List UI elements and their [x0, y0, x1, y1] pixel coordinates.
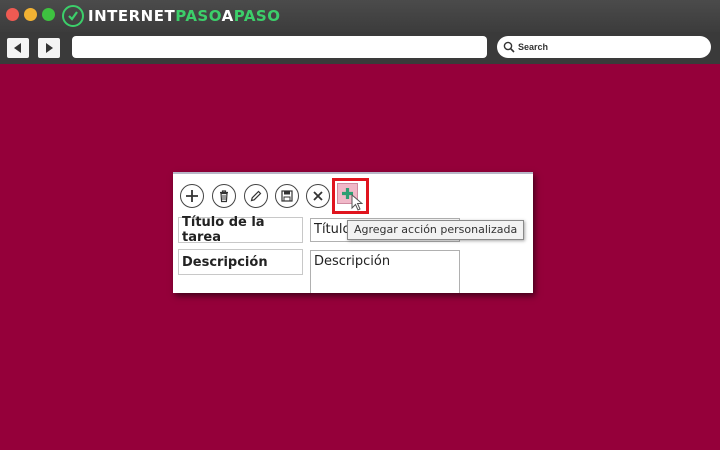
site-logo: INTERNETPASOAPASO [62, 3, 280, 29]
back-button[interactable] [7, 38, 29, 58]
description-label: Descripción [178, 249, 303, 275]
forward-arrow-icon [46, 43, 53, 53]
add-icon [186, 190, 198, 202]
forward-button[interactable] [38, 38, 60, 58]
logo-text-internet: INTERNET [88, 7, 176, 25]
logo-icon [62, 5, 84, 27]
logo-text-paso-2: PASO [233, 7, 281, 25]
search-input[interactable]: Search [497, 36, 711, 58]
delete-button[interactable] [212, 184, 236, 208]
pencil-icon [250, 190, 262, 202]
cancel-button[interactable] [306, 184, 330, 208]
mouse-cursor-icon [351, 194, 363, 211]
description-textarea[interactable]: Descripción [310, 250, 460, 293]
task-title-label: Título de la tarea [178, 215, 303, 245]
add-button[interactable] [180, 184, 204, 208]
logo-text-a: A [221, 7, 234, 25]
search-icon [503, 41, 515, 53]
panel-top-border [173, 172, 533, 174]
address-bar[interactable] [72, 36, 487, 58]
browser-titlebar: INTERNETPASOAPASO [0, 0, 720, 32]
custom-action-tooltip: Agregar acción personalizada [347, 220, 525, 240]
browser-toolbar: Search [0, 32, 720, 64]
edit-button[interactable] [244, 184, 268, 208]
close-icon [313, 191, 323, 201]
save-button[interactable] [275, 184, 299, 208]
search-placeholder: Search [518, 42, 549, 52]
close-window-button[interactable] [6, 8, 19, 21]
save-icon [281, 190, 293, 202]
logo-text-paso: PASO [175, 7, 222, 25]
task-form-panel: Título de la tarea Descripción Título De… [173, 172, 533, 293]
trash-icon [220, 190, 228, 203]
back-arrow-icon [14, 43, 21, 53]
minimize-window-button[interactable] [24, 8, 37, 21]
maximize-window-button[interactable] [42, 8, 55, 21]
logo-text: INTERNETPASOAPASO [88, 7, 280, 25]
